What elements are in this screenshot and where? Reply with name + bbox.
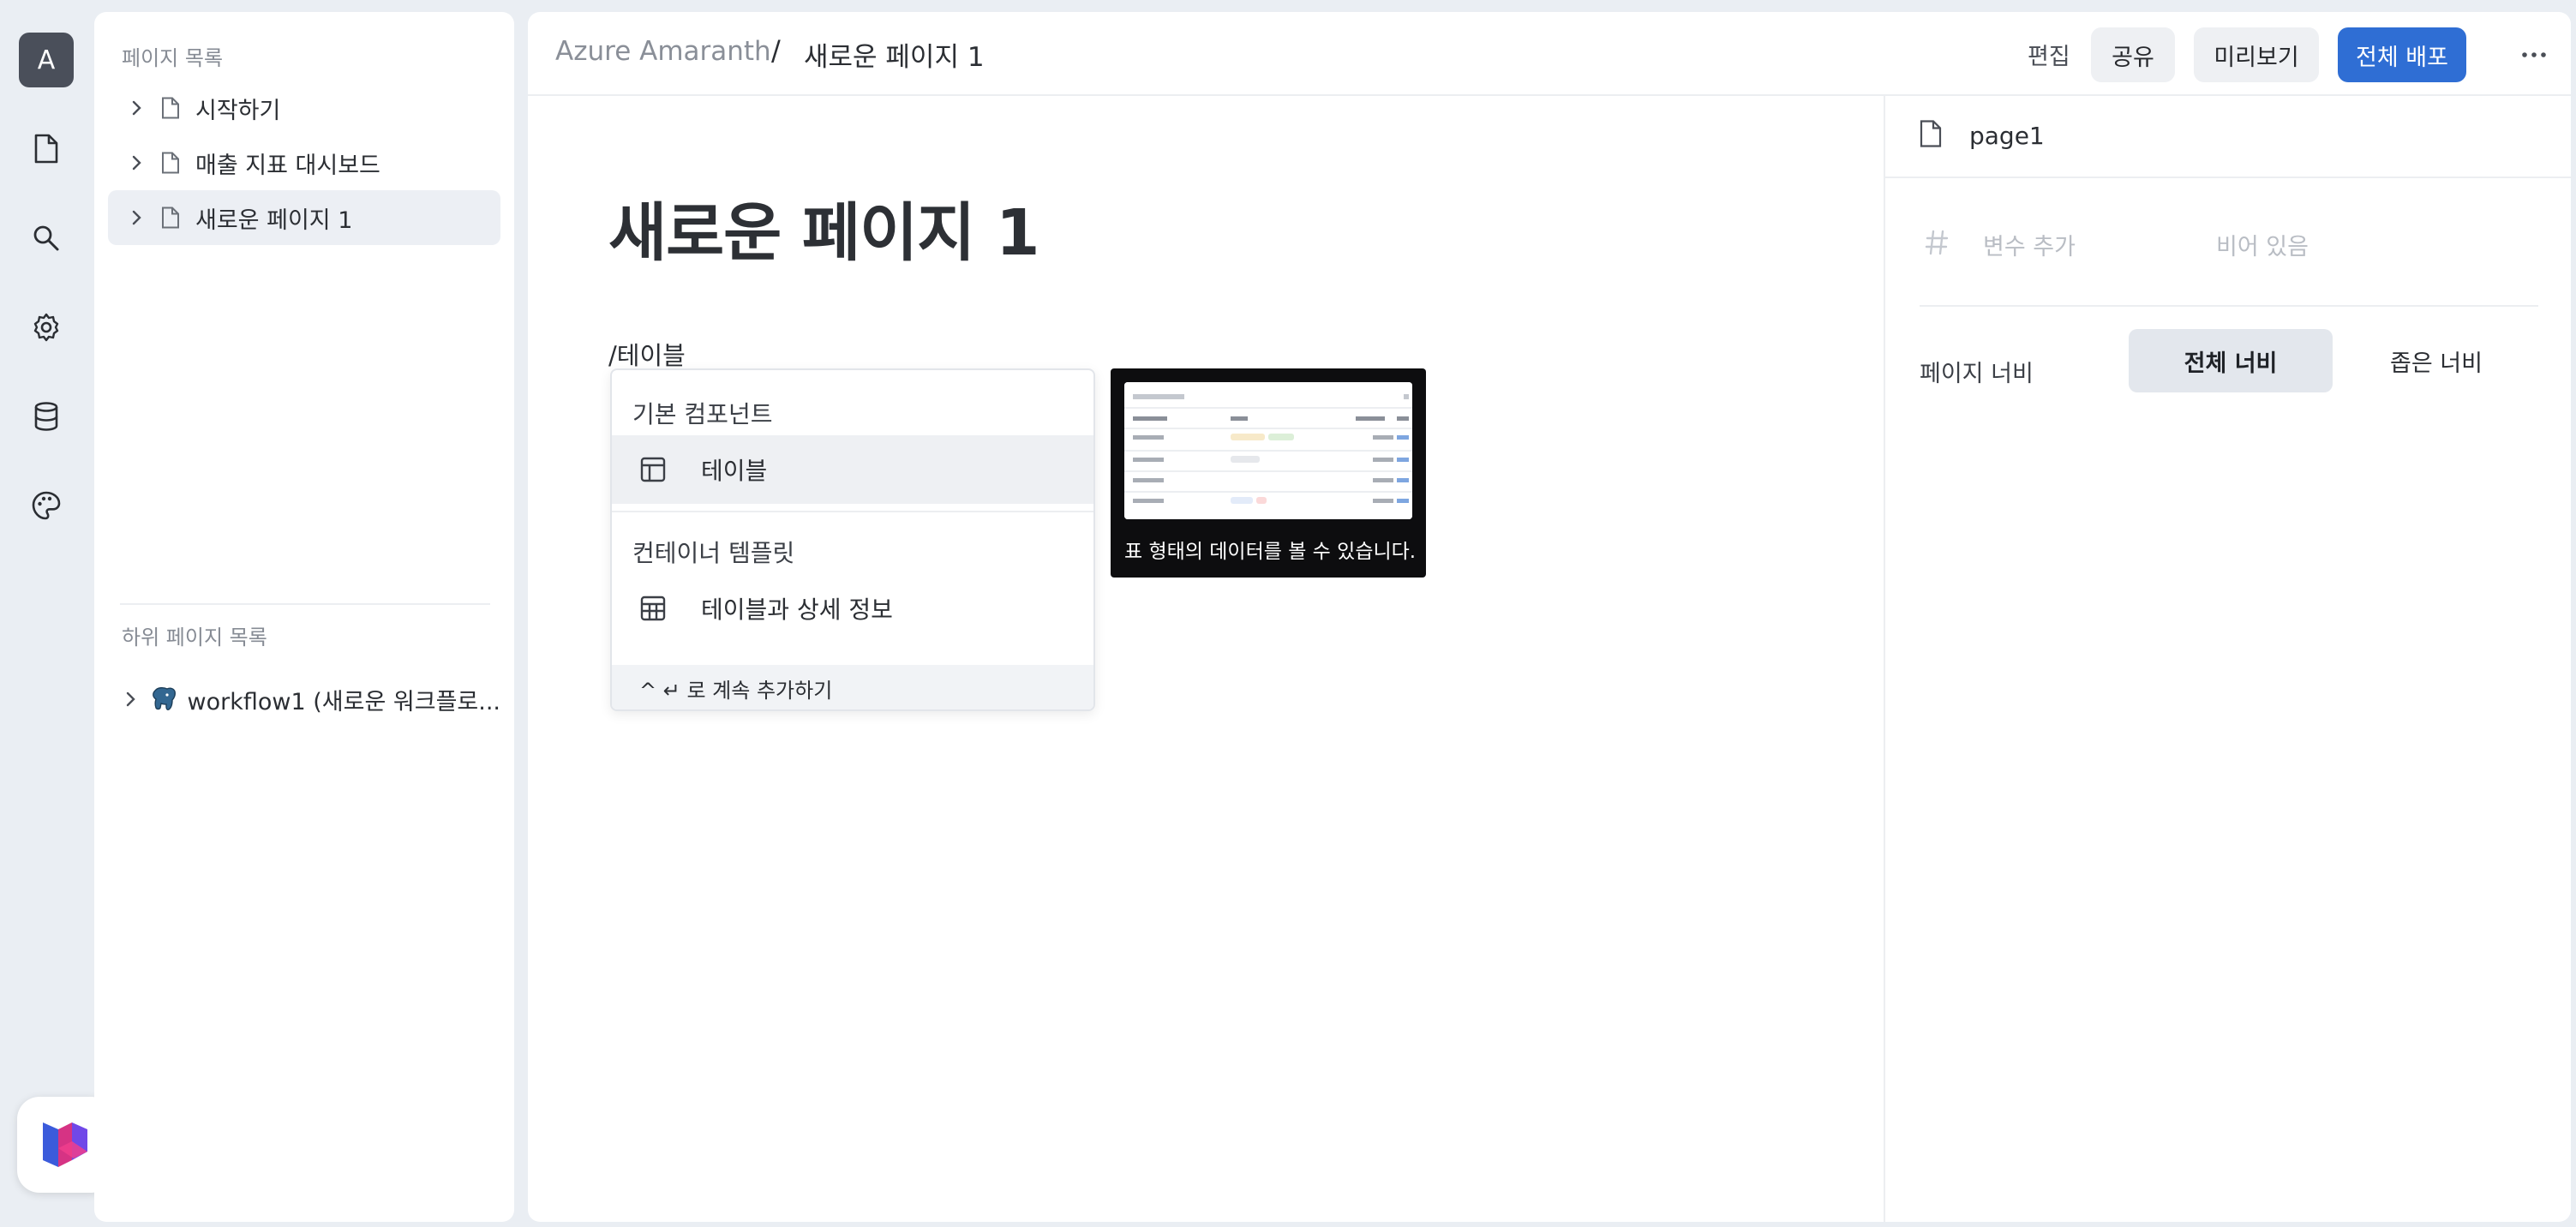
search-icon[interactable] bbox=[22, 214, 70, 262]
preview-button[interactable]: 미리보기 bbox=[2194, 27, 2319, 82]
page-item-label: 매출 지표 대시보드 bbox=[195, 152, 380, 179]
hash-icon bbox=[1925, 230, 1949, 255]
page-item-new-page-1[interactable]: 새로운 페이지 1 bbox=[108, 190, 500, 245]
workspace-avatar[interactable]: A bbox=[19, 33, 74, 87]
subpages-section-label: 하위 페이지 목록 bbox=[122, 625, 267, 649]
menu-item-table[interactable]: 테이블 bbox=[612, 435, 1093, 504]
slash-command-input[interactable]: /테이블 bbox=[608, 336, 686, 373]
menu-item-label: 테이블 bbox=[701, 457, 768, 485]
page-width-label: 페이지 너비 bbox=[1920, 361, 2034, 387]
page-item-label: 새로운 페이지 1 bbox=[195, 206, 353, 234]
share-button[interactable]: 공유 bbox=[2091, 27, 2175, 82]
subpage-item-workflow1[interactable]: workflow1 (새로운 워크플로... bbox=[108, 672, 500, 727]
main-panel: Azure Amaranth / 새로운 페이지 1 편집 공유 미리보기 전체… bbox=[528, 12, 2571, 1222]
page-inspector: page1 변수 추가 비어 있음 페이지 너비 전체 너비 좁은 너비 bbox=[1884, 96, 2571, 1222]
menu-section-basic: 기본 컴포넌트 bbox=[632, 400, 773, 428]
top-bar: Azure Amaranth / 새로운 페이지 1 편집 공유 미리보기 전체… bbox=[528, 12, 2571, 96]
menu-section-templates: 컨테이너 템플릿 bbox=[632, 539, 795, 567]
chevron-right-icon[interactable] bbox=[108, 100, 151, 116]
subpage-item-label: workflow1 (새로운 워크플로... bbox=[187, 688, 500, 715]
menu-divider bbox=[612, 511, 1093, 512]
document-icon bbox=[156, 97, 185, 119]
add-variable-input[interactable]: 변수 추가 bbox=[1983, 228, 2076, 261]
palette-icon[interactable] bbox=[22, 482, 70, 530]
inspector-header: page1 bbox=[1885, 96, 2571, 178]
deploy-button[interactable]: 전체 배포 bbox=[2338, 27, 2466, 82]
breadcrumb-page: 새로운 페이지 1 bbox=[804, 42, 985, 73]
menu-footer-hint: ^ ↵ 로 계속 추가하기 bbox=[612, 665, 1093, 709]
page-item-label: 시작하기 bbox=[195, 97, 281, 124]
more-options-icon[interactable] bbox=[2514, 38, 2554, 72]
breadcrumb-separator: / bbox=[771, 34, 781, 67]
edit-mode-label[interactable]: 편집 bbox=[2028, 38, 2070, 71]
panel-divider bbox=[120, 603, 490, 605]
page-name[interactable]: page1 bbox=[1969, 122, 2045, 150]
slash-command-menu: 기본 컴포넌트 테이블 컨테이너 템플릿 테이블과 상세 정보 ^ ↵ 로 계속… bbox=[610, 368, 1095, 711]
page-item-getting-started[interactable]: 시작하기 bbox=[108, 81, 500, 135]
document-icon bbox=[1920, 120, 1942, 147]
grid-table-icon bbox=[632, 595, 674, 622]
chevron-right-icon[interactable] bbox=[108, 210, 151, 225]
slash-command-text: /테이 bbox=[608, 341, 663, 370]
table-preview-thumbnail bbox=[1124, 382, 1412, 519]
gear-icon[interactable] bbox=[22, 303, 70, 351]
breadcrumb-workspace[interactable]: Azure Amaranth bbox=[555, 36, 771, 67]
postgres-elephant-icon bbox=[150, 685, 177, 713]
pages-section-label: 페이지 목록 bbox=[122, 46, 224, 70]
page-title[interactable]: 새로운 페이지 1 bbox=[608, 182, 1039, 273]
menu-item-table-detail[interactable]: 테이블과 상세 정보 bbox=[612, 574, 1093, 643]
document-icon[interactable] bbox=[22, 125, 70, 173]
app-rail: A bbox=[0, 0, 113, 1227]
table-icon bbox=[632, 456, 674, 483]
page-tree-panel: 페이지 목록 시작하기 매출 지표 대시보드 새로운 페이지 1 하위 페이지 … bbox=[94, 12, 514, 1222]
component-preview-tooltip: 표 형태의 데이터를 볼 수 있습니다. bbox=[1111, 368, 1426, 578]
preview-caption: 표 형태의 데이터를 볼 수 있습니다. bbox=[1124, 541, 1417, 563]
menu-item-label: 테이블과 상세 정보 bbox=[701, 596, 893, 624]
app-logo-icon bbox=[43, 1122, 87, 1167]
inspector-divider bbox=[1920, 305, 2538, 307]
variable-value-input[interactable]: 비어 있음 bbox=[2216, 228, 2309, 261]
narrow-width-option[interactable]: 좁은 너비 bbox=[2334, 329, 2538, 392]
chevron-right-icon[interactable] bbox=[108, 691, 145, 707]
chevron-right-icon[interactable] bbox=[108, 155, 151, 171]
database-icon[interactable] bbox=[22, 392, 70, 440]
document-icon bbox=[156, 206, 185, 229]
page-item-sales-dashboard[interactable]: 매출 지표 대시보드 bbox=[108, 135, 500, 190]
document-icon bbox=[156, 152, 185, 174]
full-width-option[interactable]: 전체 너비 bbox=[2129, 329, 2333, 392]
